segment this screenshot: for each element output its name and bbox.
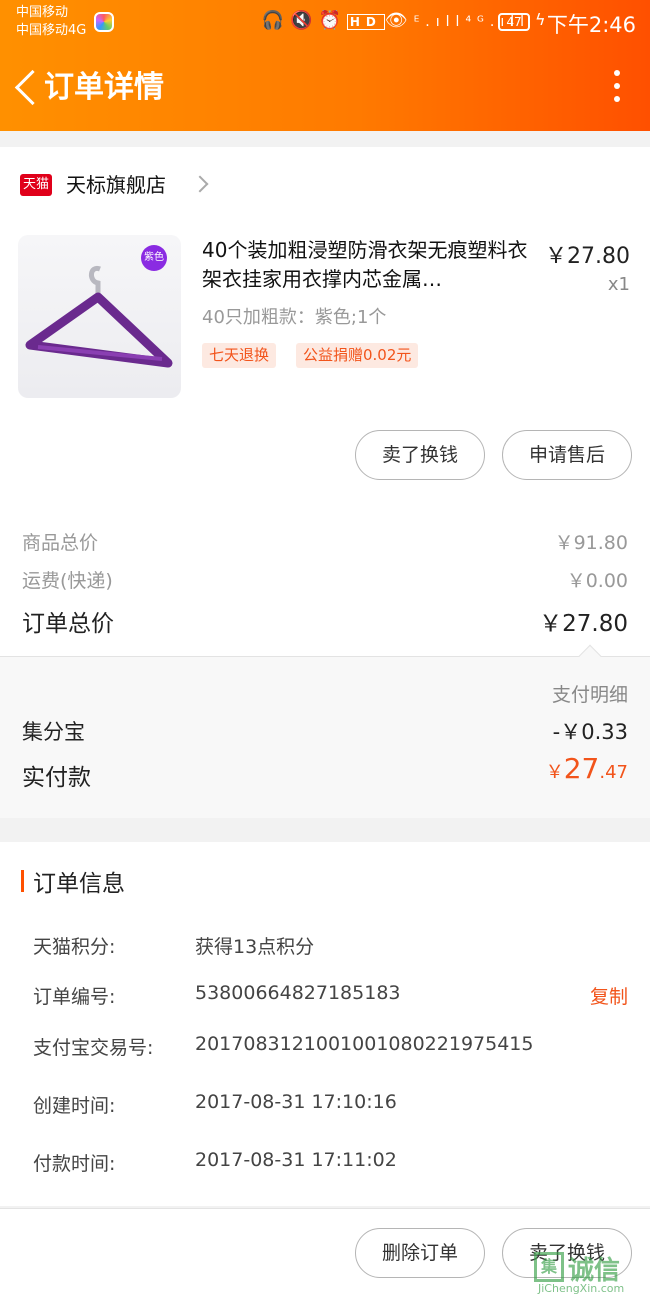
points-label: 集分宝 (22, 720, 85, 744)
section-accent-bar (21, 870, 24, 892)
sell-button[interactable]: 卖了换钱 (355, 430, 485, 480)
signal-icon: ᴱ.ıll (413, 14, 466, 30)
status-time: 下午2:46 (546, 13, 636, 37)
copy-button[interactable]: 复制 (590, 982, 628, 1009)
paid-currency: ￥ (545, 762, 564, 783)
order-total-value: ￥27.80 (539, 611, 628, 637)
color-badge: 紫色 (141, 245, 167, 271)
paid-label: 实付款 (22, 765, 91, 791)
order-total-label: 订单总价 (22, 611, 114, 637)
info-label-paid-time: 付款时间: (33, 1153, 116, 1175)
product-sku: 40只加粗款：紫色;1个 (202, 307, 387, 328)
paid-decimal: .47 (599, 762, 628, 783)
mute-icon: 🔇 (290, 10, 319, 31)
alarm-icon: ⏰ (318, 10, 347, 31)
info-label-order-number: 订单编号: (33, 986, 116, 1008)
order-info-title: 订单信息 (33, 871, 125, 897)
info-value-paid-time: 2017-08-31 17:11:02 (195, 1149, 397, 1171)
eye-icon: 👁 (384, 10, 414, 31)
product-quantity: x1 (607, 274, 630, 295)
shop-name[interactable]: 天标旗舰店 (66, 170, 166, 200)
status-bar: 中国移动 中国移动4G 🎧🔇⏰ HD 👁ᴱ.ıll⁴ᴳ.ıll 47 ϟ 下午2:4… (0, 0, 650, 44)
info-label-alipay: 支付宝交易号: (33, 1037, 154, 1059)
info-value-created: 2017-08-31 17:10:16 (195, 1091, 397, 1113)
tag-seven-day-return: 七天退换 (202, 343, 277, 368)
info-label-created: 创建时间: (33, 1095, 116, 1117)
back-icon[interactable] (12, 66, 36, 110)
page-title: 订单详情 (44, 70, 164, 105)
hd-icon: HD (346, 14, 385, 30)
info-value-points: 获得13点积分 (195, 936, 315, 958)
paid-amount: ￥27.47 (546, 752, 628, 785)
charging-icon: ϟ (535, 10, 546, 29)
status-icons: 🎧🔇⏰ HD 👁ᴱ.ıll⁴ᴳ.ıll (262, 10, 530, 31)
shipping-label: 运费(快递) (22, 570, 113, 592)
headphones-icon: 🎧 (261, 10, 291, 31)
carrier-info: 中国移动 中国移动4G (16, 4, 86, 40)
shipping-value: ￥0.00 (566, 570, 628, 592)
points-value: -￥0.33 (552, 720, 628, 744)
tmall-logo: 天猫 (20, 174, 52, 196)
info-value-order-number: 53800664827185183 (195, 982, 401, 1004)
watermark-url: JiChengXin.com (538, 1282, 625, 1295)
watermark-logo: 集 (534, 1252, 564, 1282)
product-price: ￥27.80 (545, 244, 630, 269)
carrier-name-1: 中国移动 (16, 5, 69, 20)
info-label-points: 天猫积分: (33, 936, 116, 958)
info-value-alipay: 2017083121001001080221975415 (195, 1033, 534, 1055)
delete-order-button[interactable]: 删除订单 (355, 1228, 485, 1278)
tag-charity: 公益捐赠0.02元 (296, 343, 419, 368)
watermark: 集 诚信 JiChengXin.com (534, 1250, 646, 1296)
battery-icon: 47 (498, 13, 530, 31)
more-options-icon[interactable] (612, 68, 622, 104)
payment-detail-link[interactable]: 支付明细 (552, 680, 628, 707)
app-notification-icon (94, 12, 114, 32)
nav-bar: 订单详情 (0, 60, 650, 120)
goods-total-label: 商品总价 (22, 532, 99, 554)
carrier-name-2: 中国移动4G (16, 23, 87, 38)
after-sale-button[interactable]: 申请售后 (502, 430, 632, 480)
product-title[interactable]: 40个装加粗浸塑防滑衣架无痕塑料衣架衣挂家用衣撑内芯金属… (202, 236, 538, 294)
goods-total-value: ￥91.80 (554, 532, 628, 554)
paid-integer: 27 (563, 752, 600, 785)
